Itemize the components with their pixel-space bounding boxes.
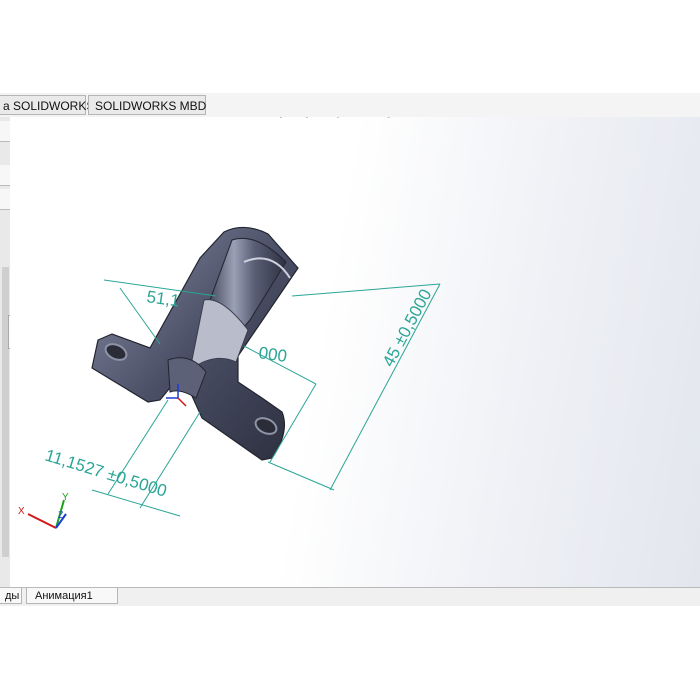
- dynamic-annotation-icon[interactable]: [382, 117, 402, 119]
- solidworks-window: а SOLIDWORKS SOLIDWORKS MBD •: [0, 93, 700, 606]
- hide-show-icon[interactable]: [488, 117, 508, 119]
- dimension-text[interactable]: 000: [257, 343, 288, 366]
- tab-solidworks-mbd[interactable]: SOLIDWORKS MBD: [88, 95, 206, 115]
- panel-button[interactable]: [0, 121, 10, 142]
- tab-model[interactable]: ды: [0, 588, 22, 604]
- panel-button[interactable]: [0, 189, 10, 210]
- dimension-text[interactable]: 51,1: [145, 287, 180, 310]
- bottom-tab-bar: ды Анимация1: [0, 587, 700, 606]
- view-settings-icon[interactable]: [594, 117, 614, 119]
- dimension-text[interactable]: 45 ±0,5000: [379, 286, 436, 370]
- edit-appearance-icon[interactable]: [528, 117, 548, 119]
- triad-x-label: X: [18, 506, 25, 517]
- zoom-to-area-icon[interactable]: [304, 117, 324, 119]
- graphics-area[interactable]: 51,1 000 45 ±0,5000 11,1527 ±0,5000 X Y …: [10, 117, 700, 587]
- zoom-to-fit-icon[interactable]: [278, 117, 298, 119]
- reference-triad: X Y Z: [18, 492, 69, 529]
- command-manager-tabs: а SOLIDWORKS SOLIDWORKS MBD: [0, 93, 700, 118]
- previous-view-icon[interactable]: [330, 117, 350, 119]
- apply-scene-icon[interactable]: [552, 117, 572, 119]
- model-view: 51,1 000 45 ±0,5000 11,1527 ±0,5000 X Y …: [18, 226, 441, 529]
- triad-z-label: Z: [58, 510, 64, 520]
- tab-animation1[interactable]: Анимация1: [26, 588, 118, 604]
- tab-solidworks-addins[interactable]: а SOLIDWORKS: [0, 95, 94, 115]
- display-style-icon[interactable]: [448, 117, 468, 119]
- section-view-icon[interactable]: [356, 117, 376, 119]
- panel-button[interactable]: [0, 165, 10, 186]
- panel-scrollbar[interactable]: [2, 267, 9, 557]
- triad-y-label: Y: [62, 492, 69, 503]
- view-orientation-icon[interactable]: [408, 117, 428, 119]
- heads-up-view-toolbar: ▼ ▼ ▼ ▼ ▼: [276, 117, 646, 119]
